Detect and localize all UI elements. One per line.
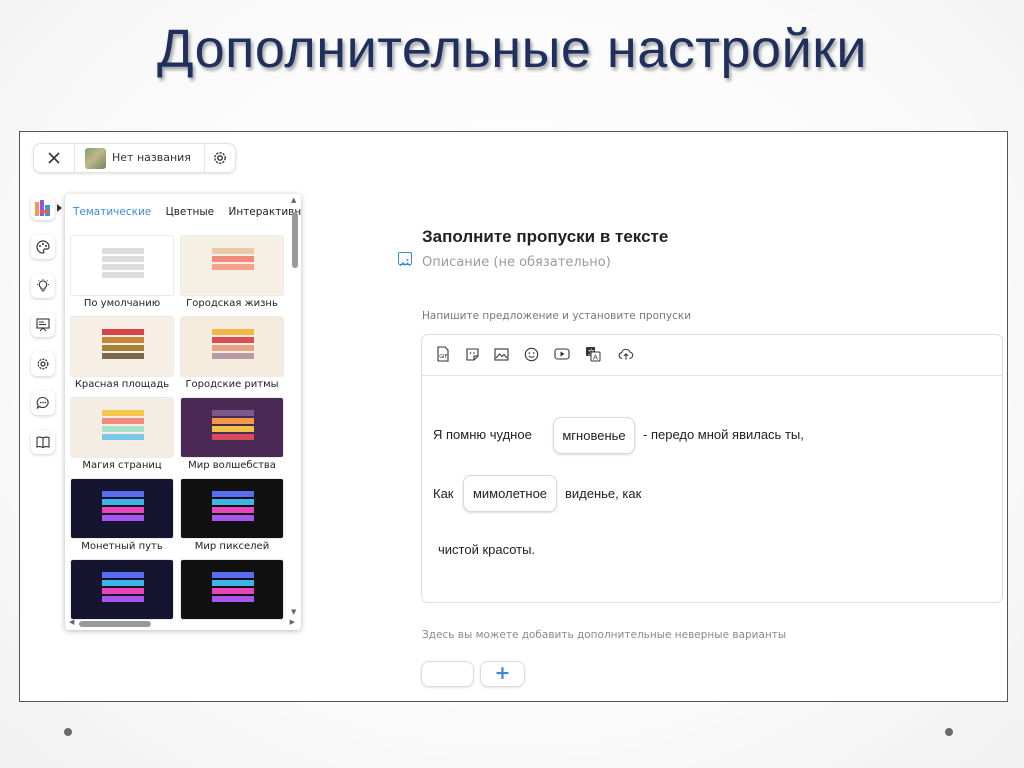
extra-options-hint: Здесь вы можете добавить дополнительные …: [422, 629, 787, 641]
theme-card[interactable]: Мир пикселей: [181, 479, 283, 552]
rail-palette-button[interactable]: [31, 235, 55, 259]
theme-preview: [181, 479, 283, 538]
theme-preview: [71, 398, 173, 457]
project-thumbnail[interactable]: [85, 147, 106, 169]
instruction-label: Напишите предложение и установите пропус…: [422, 310, 692, 322]
gif-icon[interactable]: GIF: [435, 346, 451, 362]
decor-dot: [945, 728, 953, 736]
rail-settings-button[interactable]: [31, 352, 55, 376]
image-icon[interactable]: [398, 252, 412, 267]
chat-icon: [36, 396, 49, 410]
theme-stripes: [212, 410, 254, 442]
theme-card[interactable]: [71, 560, 173, 622]
theme-card-label: Городская жизнь: [186, 298, 278, 309]
tab-thematic[interactable]: Тематические: [73, 206, 151, 218]
theme-stripes: [212, 248, 254, 272]
theme-card[interactable]: Магия страниц: [71, 398, 173, 471]
themes-icon: [35, 200, 50, 216]
theme-card[interactable]: Городские ритмы: [181, 317, 283, 390]
text-editor[interactable]: GIF 文A Я помню чудное мгновенье - пере: [421, 334, 1003, 603]
theme-stripes: [212, 329, 254, 361]
line2-text-before: Как: [433, 486, 454, 501]
theme-preview: [71, 236, 173, 295]
description-field[interactable]: Описание (не обязательно): [422, 255, 611, 270]
upload-icon[interactable]: [618, 346, 634, 362]
themes-panel: Тематические Цветные Интерактивные По ум…: [65, 194, 301, 630]
task-title[interactable]: Заполните пропуски в тексте: [422, 227, 668, 247]
palette-icon: [36, 240, 50, 254]
project-title[interactable]: Нет названия: [112, 144, 205, 172]
rail-chat-button[interactable]: [31, 391, 55, 415]
svg-text:GIF: GIF: [439, 354, 447, 360]
theme-stripes: [212, 491, 254, 523]
theme-card-label: Магия страниц: [82, 460, 162, 471]
theme-preview: [71, 479, 173, 538]
theme-card-label: Красная площадь: [74, 379, 170, 390]
tool-rail: [31, 196, 62, 469]
top-bar: Нет названия: [33, 143, 236, 173]
theme-preview: [181, 398, 283, 457]
app-window: Нет названия Тематические Цветные Интера…: [19, 131, 1008, 702]
emoji-icon[interactable]: [523, 346, 539, 362]
svg-text:A: A: [593, 354, 598, 362]
rail-guide-button[interactable]: [31, 430, 55, 454]
theme-card-label: Городские ритмы: [185, 379, 279, 390]
rail-themes-button[interactable]: [31, 196, 62, 220]
rail-hint-button[interactable]: [31, 274, 55, 298]
lightbulb-icon: [37, 279, 49, 292]
line1-text-before: Я помню чудное: [433, 427, 532, 442]
theme-stripes: [102, 248, 144, 280]
theme-stripes: [102, 572, 144, 604]
theme-preview: [181, 560, 283, 619]
gap-answer-2[interactable]: мимолетное: [463, 475, 557, 512]
theme-preview: [181, 317, 283, 376]
sticker-icon[interactable]: [464, 346, 480, 362]
image-icon[interactable]: [493, 346, 509, 362]
theme-card-label: Мир волшебства: [188, 460, 276, 471]
settings-icon: [37, 358, 49, 370]
task-icon: [36, 318, 50, 332]
theme-card[interactable]: Мир волшебства: [181, 398, 283, 471]
close-button[interactable]: [34, 144, 75, 172]
decor-dot: [64, 728, 72, 736]
theme-card[interactable]: Монетный путь: [71, 479, 173, 552]
theme-card-label: Монетный путь: [81, 541, 163, 552]
line3-text: чистой красоты.: [438, 542, 536, 557]
theme-stripes: [212, 572, 254, 604]
close-icon: [48, 152, 60, 164]
editor-toolbar: GIF 文A: [422, 335, 1002, 376]
theme-stripes: [102, 410, 144, 442]
tab-colored[interactable]: Цветные: [166, 206, 215, 218]
panel-horizontal-scrollbar[interactable]: ◀ ▶: [69, 618, 295, 628]
gear-icon: [214, 152, 226, 164]
theme-card[interactable]: Городская жизнь: [181, 236, 283, 309]
line2-text-after: виденье, как: [565, 486, 642, 501]
line1-text-after: - передо мной явилась ты,: [643, 427, 804, 442]
theme-stripes: [102, 491, 144, 523]
slide-title: Дополнительные настройки: [156, 19, 868, 79]
add-option-button[interactable]: +: [480, 661, 525, 687]
project-settings-button[interactable]: [205, 150, 235, 166]
theme-preview: [71, 317, 173, 376]
rail-task-button[interactable]: [31, 313, 55, 337]
theme-preview: [71, 560, 173, 619]
theme-tabs: Тематические Цветные Интерактивные: [73, 206, 301, 218]
theme-card-label: Мир пикселей: [194, 541, 270, 552]
theme-card[interactable]: [181, 560, 283, 622]
theme-card[interactable]: Красная площадь: [71, 317, 173, 390]
theme-stripes: [102, 329, 144, 361]
video-icon[interactable]: [554, 346, 570, 362]
wrong-option-input[interactable]: [421, 661, 474, 687]
book-icon: [36, 436, 50, 449]
theme-preview: [181, 236, 283, 295]
theme-card-label: По умолчанию: [83, 298, 161, 309]
translate-icon[interactable]: 文A: [585, 346, 601, 362]
panel-vertical-scrollbar[interactable]: ▲ ▼: [291, 196, 299, 616]
gap-answer-1[interactable]: мгновенье: [553, 417, 635, 454]
theme-card[interactable]: По умолчанию: [71, 236, 173, 309]
